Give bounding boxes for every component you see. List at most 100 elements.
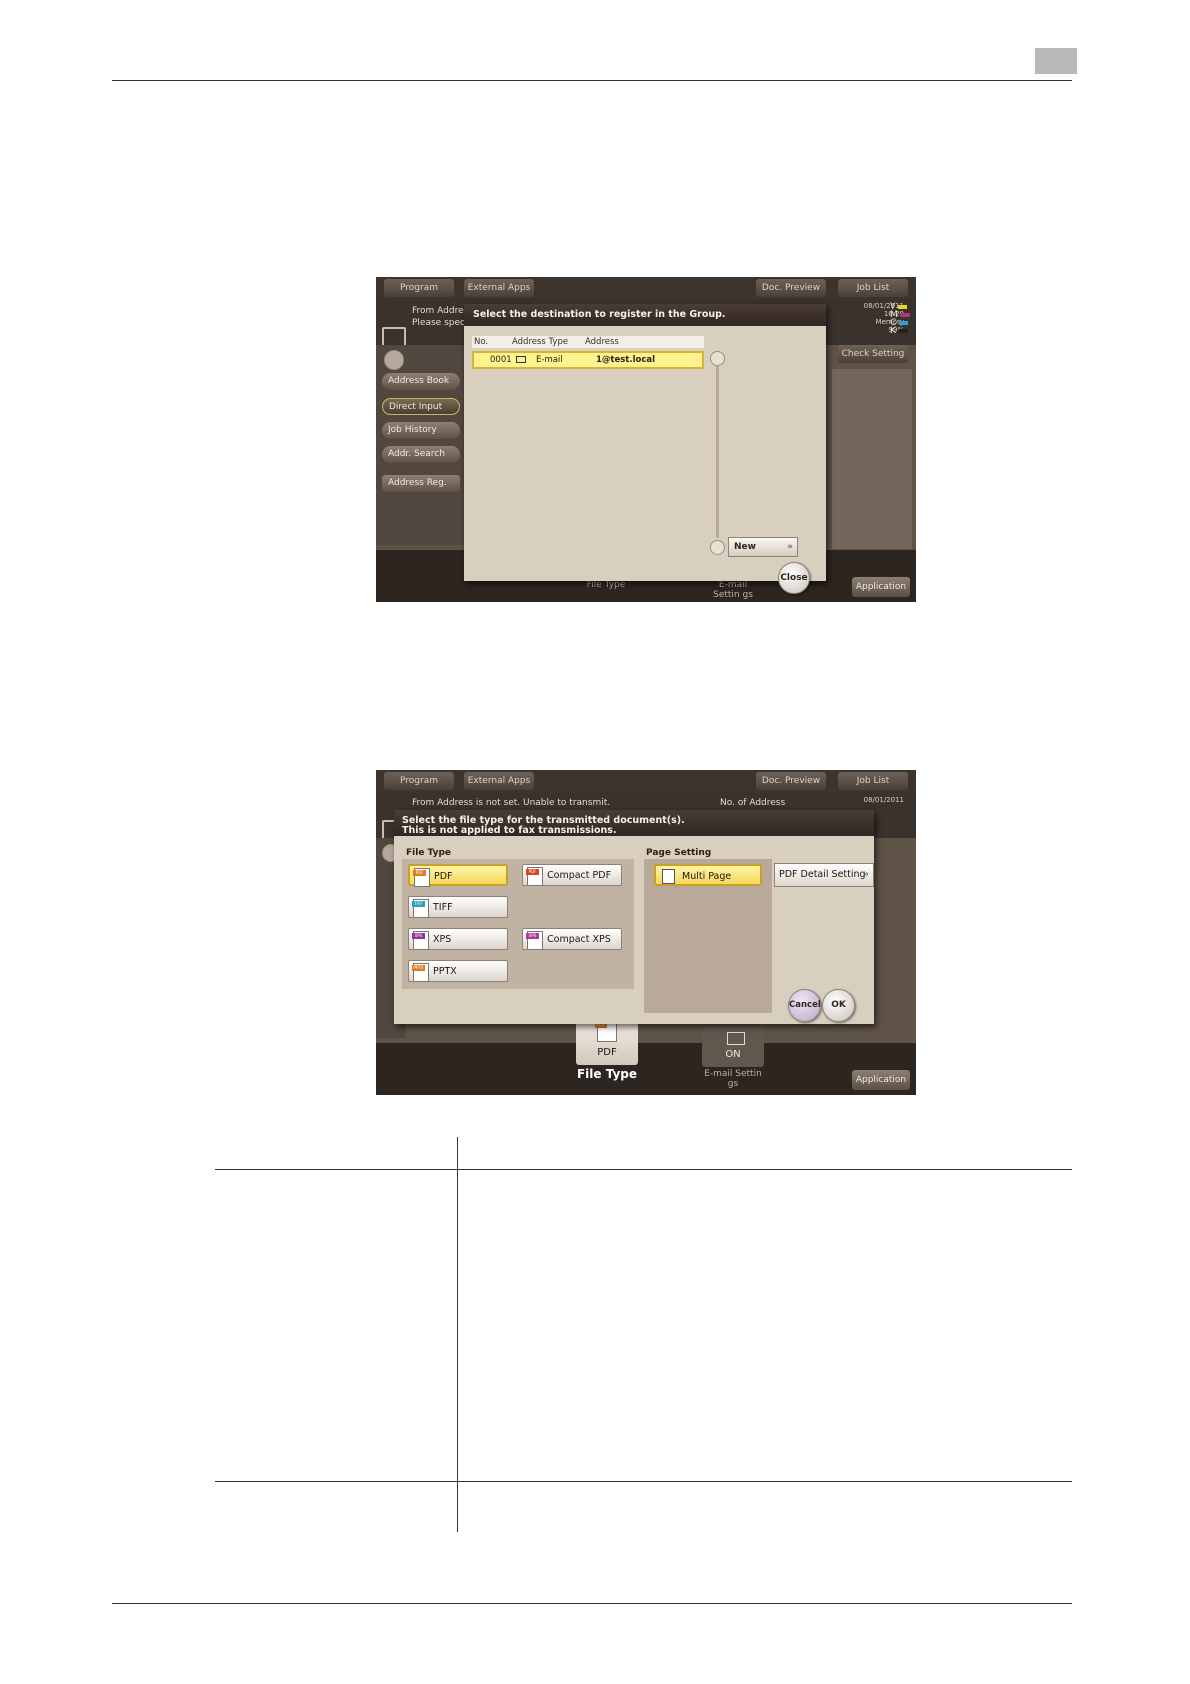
compact-xps-icon-tag: XPS <box>526 933 539 939</box>
file-type-group: PDF PDF PDF Compact PDF TIFF TIFF XPS XP… <box>402 859 634 989</box>
file-type-value: PDF <box>597 1047 617 1058</box>
row-address: 1@test.local <box>596 355 656 365</box>
cancel-button[interactable]: Cancel <box>788 989 821 1022</box>
top-bar: Program External Apps Doc. Preview Job L… <box>376 277 916 299</box>
multi-page-label: Multi Page <box>682 871 732 882</box>
col-address: Address <box>585 337 619 347</box>
envelope-icon <box>516 356 526 363</box>
destination-row[interactable]: 0001 E-mail 1@test.local <box>472 351 704 369</box>
address-count-label: No. of Address <box>720 798 786 808</box>
left-pane: Address Book Direct Input Job History Ad… <box>376 345 466 545</box>
multi-page-button[interactable]: Multi Page <box>654 864 762 886</box>
row-address-type: E-mail <box>536 355 563 365</box>
status-date: 08/01/2011 <box>863 796 904 804</box>
pdf-option-label: PDF <box>434 871 453 882</box>
page-number-box <box>1035 48 1077 74</box>
toner-indicators: Y M C K <box>890 303 914 336</box>
bottom-bar: Application <box>376 1043 916 1095</box>
multi-page-icon <box>662 869 675 884</box>
email-settings-tab-label: E-mail Settin gs <box>704 1069 762 1089</box>
close-button[interactable]: Close <box>778 562 810 594</box>
message-line-1: From Addres <box>412 306 469 316</box>
tiff-icon-tag: TIFF <box>412 901 425 907</box>
address-book-tab[interactable]: Address Book <box>382 373 460 390</box>
back-icon[interactable] <box>384 350 404 370</box>
message-line-1: From Address is not set. Unable to trans… <box>412 798 611 808</box>
screenshot-select-destination: Program External Apps Doc. Preview Job L… <box>376 277 916 602</box>
screenshot-file-type: Program External Apps Doc. Preview Job L… <box>376 770 916 1095</box>
new-button[interactable]: New » <box>728 537 798 557</box>
job-list-button[interactable]: Job List <box>838 279 908 297</box>
compact-pdf-icon-tag: PDF <box>526 869 539 875</box>
compact-xps-icon: XPS <box>526 931 543 950</box>
table-column-divider <box>457 1137 458 1532</box>
dialog-title-line-2: This is not applied to fax transmissions… <box>402 825 617 836</box>
job-list-button[interactable]: Job List <box>838 772 908 790</box>
pptx-option-button[interactable]: PPTX PPTX <box>408 960 508 982</box>
pptx-option-label: PPTX <box>433 966 457 977</box>
page-setting-group: Multi Page <box>644 859 772 1013</box>
doc-preview-button[interactable]: Doc. Preview <box>756 772 826 790</box>
col-address-type: Address Type <box>512 337 569 347</box>
program-button[interactable]: Program <box>384 279 454 297</box>
new-button-label: New <box>734 542 756 552</box>
double-chevron-icon: » <box>863 869 869 880</box>
tiff-icon: TIFF <box>412 899 429 918</box>
toner-k-label: K <box>890 326 896 336</box>
tiff-option-button[interactable]: TIFF TIFF <box>408 896 508 918</box>
pdf-detail-setting-button[interactable]: PDF Detail Setting» <box>774 863 874 887</box>
footer-rule <box>112 1603 1072 1604</box>
job-history-tab[interactable]: Job History <box>382 422 460 439</box>
scroll-down-icon[interactable] <box>710 540 725 555</box>
application-button[interactable]: Application <box>852 1070 910 1090</box>
dialog-title: Select the destination to register in th… <box>464 304 826 326</box>
email-settings-tab[interactable]: ON E-mail Settin gs <box>702 1027 764 1089</box>
scrollbar-track[interactable] <box>716 366 719 538</box>
compact-pdf-icon: PDF <box>526 867 543 886</box>
pptx-icon: PPTX <box>412 963 429 982</box>
scroll-up-icon[interactable] <box>710 351 725 366</box>
compact-xps-option-label: Compact XPS <box>547 934 611 945</box>
compact-pdf-option-button[interactable]: PDF Compact PDF <box>522 864 622 886</box>
email-tab-card: ON <box>702 1027 764 1067</box>
email-settings-label: E-mail Settin gs <box>713 580 753 600</box>
pdf-option-button[interactable]: PDF PDF <box>408 864 508 887</box>
pdf-detail-setting-label: PDF Detail Setting <box>779 869 866 880</box>
column-header-row: No. Address Type Address <box>472 336 704 348</box>
right-preview-pane <box>832 369 912 549</box>
file-type-tab-label: File Type <box>576 1067 638 1081</box>
program-button[interactable]: Program <box>384 772 454 790</box>
dialog-title: Select the file type for the transmitted… <box>394 810 874 836</box>
direct-input-tab[interactable]: Direct Input <box>382 398 460 415</box>
xps-icon: XPS <box>412 931 429 950</box>
table-rule-2 <box>215 1481 1072 1482</box>
top-bar: Program External Apps Doc. Preview Job L… <box>376 770 916 792</box>
check-setting-button[interactable]: Check Setting <box>838 345 908 363</box>
file-type-label: File Type <box>586 580 626 590</box>
addr-search-tab[interactable]: Addr. Search <box>382 446 460 463</box>
xps-icon-tag: XPS <box>412 933 425 939</box>
pdf-icon-tag: PDF <box>413 870 426 876</box>
application-button[interactable]: Application <box>852 577 910 597</box>
external-apps-button[interactable]: External Apps <box>464 772 534 790</box>
ok-button[interactable]: OK <box>822 989 855 1022</box>
xps-option-button[interactable]: XPS XPS <box>408 928 508 950</box>
file-type-tab[interactable]: PDF PDF File Type <box>576 1015 638 1087</box>
email-settings-icon <box>727 1032 745 1045</box>
doc-preview-button[interactable]: Doc. Preview <box>756 279 826 297</box>
header-rule <box>112 80 1072 81</box>
external-apps-button[interactable]: External Apps <box>464 279 534 297</box>
page-setting-group-label: Page Setting <box>646 848 712 858</box>
compact-xps-option-button[interactable]: XPS Compact XPS <box>522 928 622 950</box>
compact-pdf-option-label: Compact PDF <box>547 870 612 881</box>
message-line-2: Please spec <box>412 318 465 328</box>
select-destination-dialog: Select the destination to register in th… <box>464 304 826 581</box>
table-rule-1 <box>215 1169 1072 1170</box>
double-chevron-icon: » <box>787 542 793 552</box>
email-settings-value: ON <box>725 1049 741 1060</box>
address-reg-tab[interactable]: Address Reg. <box>382 475 460 492</box>
xps-option-label: XPS <box>433 934 452 945</box>
toner-k: K <box>890 326 914 336</box>
col-no: No. <box>474 337 489 347</box>
pdf-icon: PDF <box>413 868 430 887</box>
